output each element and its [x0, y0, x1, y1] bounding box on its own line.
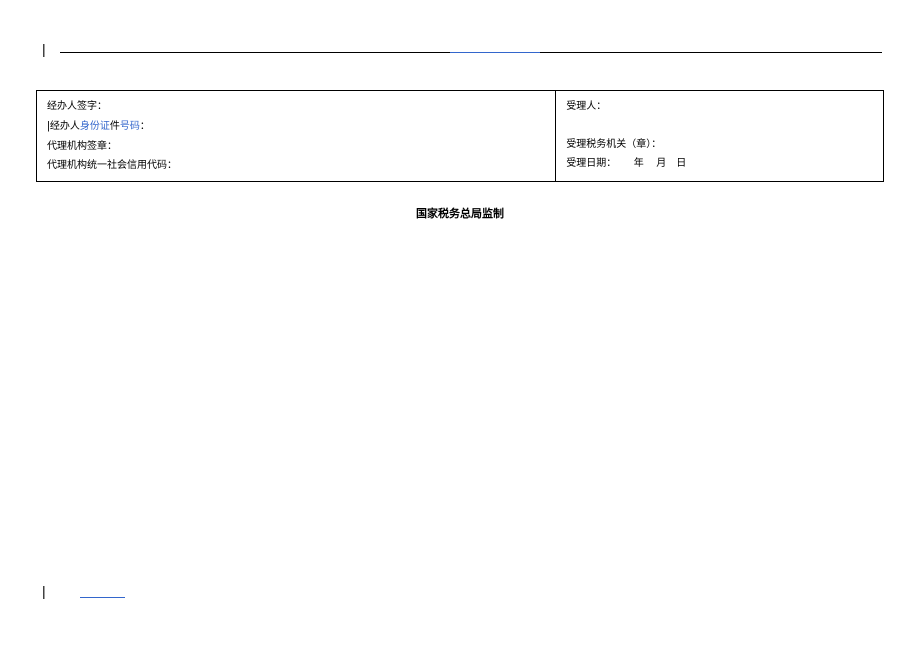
top-horizontal-line-blue-segment [450, 52, 540, 53]
agent-id-label: |经办人身份证件号码： [47, 116, 545, 137]
acceptance-info-cell: 受理人： 受理税务机关（章）： 受理日期： 年 月 日 [556, 91, 884, 182]
signature-form-table: 经办人签字： |经办人身份证件号码： 代理机构签章： 代理机构统一社会信用代码：… [36, 90, 884, 182]
agent-info-cell: 经办人签字： |经办人身份证件号码： 代理机构签章： 代理机构统一社会信用代码： [37, 91, 556, 182]
blank-line [566, 116, 873, 135]
edit-cursor-bottom: | [42, 583, 46, 599]
bottom-horizontal-line-blue [80, 597, 125, 598]
agency-credit-code-label: 代理机构统一社会信用代码： [47, 156, 545, 175]
agency-seal-label: 代理机构签章： [47, 137, 545, 156]
tax-authority-seal-label: 受理税务机关（章）： [566, 135, 873, 154]
agent-signature-label: 经办人签字： [47, 97, 545, 116]
footer-authority-text: 国家税务总局监制 [0, 205, 920, 221]
acceptance-date-label: 受理日期： 年 月 日 [566, 154, 873, 173]
acceptor-label: 受理人： [566, 97, 873, 116]
edit-cursor-top: | [42, 41, 46, 57]
